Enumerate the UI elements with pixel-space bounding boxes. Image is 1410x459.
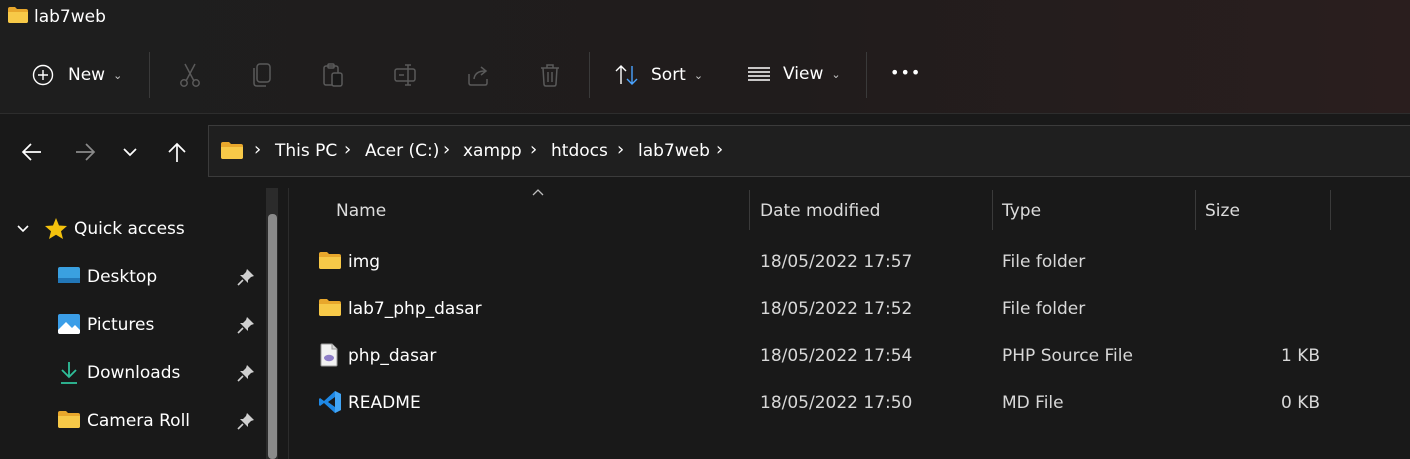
nav-item-pictures[interactable]: Pictures — [87, 315, 154, 335]
file-type: File folder — [1002, 252, 1086, 272]
breadcrumb-chevron-icon[interactable]: › — [254, 139, 261, 160]
view-label: View — [783, 64, 824, 84]
file-date: 18/05/2022 17:54 — [760, 346, 913, 366]
file-type: PHP Source File — [1002, 346, 1133, 366]
more-options-button[interactable]: ••• — [890, 63, 921, 82]
copy-icon[interactable] — [251, 62, 273, 88]
pictures-icon — [58, 314, 80, 334]
breadcrumb-chevron-icon[interactable]: › — [344, 139, 351, 160]
view-list-icon — [748, 67, 770, 81]
file-name[interactable]: README — [348, 393, 421, 413]
recent-locations-chevron-icon[interactable] — [122, 146, 138, 158]
folder-icon — [58, 411, 80, 428]
star-icon — [45, 218, 67, 239]
column-divider[interactable] — [1330, 190, 1331, 230]
pane-divider[interactable] — [288, 188, 289, 459]
nav-item-desktop[interactable]: Desktop — [87, 267, 157, 287]
file-name[interactable]: lab7_php_dasar — [348, 299, 482, 319]
column-divider[interactable] — [749, 190, 750, 230]
php-file-icon — [320, 343, 338, 367]
toolbar-separator — [589, 52, 590, 98]
desktop-icon — [58, 267, 80, 283]
file-name[interactable]: php_dasar — [348, 346, 436, 366]
breadcrumb-chevron-icon[interactable]: › — [716, 139, 723, 160]
topbar-divider — [0, 113, 1410, 114]
nav-item-downloads[interactable]: Downloads — [87, 363, 180, 383]
nav-item-camera-roll[interactable]: Camera Roll — [87, 411, 190, 431]
chevron-down-icon: ⌄ — [831, 67, 841, 81]
file-date: 18/05/2022 17:52 — [760, 299, 913, 319]
column-header-size[interactable]: Size — [1205, 201, 1240, 221]
up-arrow-icon[interactable] — [166, 141, 188, 163]
file-type: MD File — [1002, 393, 1064, 413]
sort-ascending-caret-icon — [532, 189, 544, 196]
quick-access-label[interactable]: Quick access — [74, 219, 185, 239]
pin-icon[interactable] — [237, 268, 255, 286]
sort-icon — [615, 65, 638, 85]
column-divider[interactable] — [992, 190, 993, 230]
window-title: lab7web — [34, 7, 106, 27]
folder-icon — [221, 142, 243, 159]
download-icon — [61, 362, 77, 384]
command-bar: lab7web New ⌄ Sort ⌄ View ⌄ ••• — [0, 0, 1410, 114]
breadcrumb-lab7web[interactable]: lab7web — [638, 141, 710, 161]
back-arrow-icon[interactable] — [21, 142, 43, 162]
column-header-type[interactable]: Type — [1002, 201, 1041, 221]
toolbar-separator — [149, 52, 150, 98]
breadcrumb-this-pc[interactable]: This PC — [275, 141, 337, 161]
breadcrumb-xampp[interactable]: xampp — [463, 141, 522, 161]
paste-icon[interactable] — [321, 62, 345, 88]
sort-button[interactable]: Sort ⌄ — [614, 64, 703, 86]
folder-icon — [319, 252, 341, 269]
plus-circle-icon — [32, 64, 54, 86]
breadcrumb-htdocs[interactable]: htdocs — [551, 141, 608, 161]
view-button[interactable]: View ⌄ — [747, 64, 841, 84]
column-header-date[interactable]: Date modified — [760, 201, 880, 221]
breadcrumb-chevron-icon[interactable]: › — [530, 139, 537, 160]
new-button[interactable]: New ⌄ — [32, 64, 122, 86]
rename-icon[interactable] — [393, 62, 419, 88]
cut-icon[interactable] — [178, 62, 202, 88]
file-date: 18/05/2022 17:57 — [760, 252, 913, 272]
file-name[interactable]: img — [348, 252, 380, 272]
breadcrumb-acer-c[interactable]: Acer (C:) — [365, 141, 439, 161]
sort-label: Sort — [651, 65, 686, 85]
breadcrumb-chevron-icon[interactable]: › — [617, 139, 624, 160]
vscode-icon — [319, 391, 341, 413]
nav-scrollbar-thumb[interactable] — [268, 214, 277, 459]
trash-icon[interactable] — [538, 62, 562, 88]
chevron-down-icon: ⌄ — [693, 68, 704, 82]
file-type: File folder — [1002, 299, 1086, 319]
chevron-down-icon: ⌄ — [113, 68, 123, 82]
folder-icon — [8, 7, 28, 23]
breadcrumb-chevron-icon[interactable]: › — [443, 139, 450, 160]
column-divider[interactable] — [1195, 190, 1196, 230]
expand-chevron-icon[interactable] — [16, 224, 30, 234]
pin-icon[interactable] — [237, 364, 255, 382]
forward-arrow-icon[interactable] — [74, 142, 96, 162]
file-size: 0 KB — [1280, 393, 1320, 413]
new-label: New — [68, 65, 106, 85]
folder-icon — [319, 299, 341, 316]
file-size: 1 KB — [1280, 346, 1320, 366]
share-icon[interactable] — [466, 62, 492, 88]
file-date: 18/05/2022 17:50 — [760, 393, 913, 413]
toolbar-separator — [866, 52, 867, 98]
pin-icon[interactable] — [237, 316, 255, 334]
column-header-name[interactable]: Name — [336, 201, 386, 221]
pin-icon[interactable] — [237, 412, 255, 430]
